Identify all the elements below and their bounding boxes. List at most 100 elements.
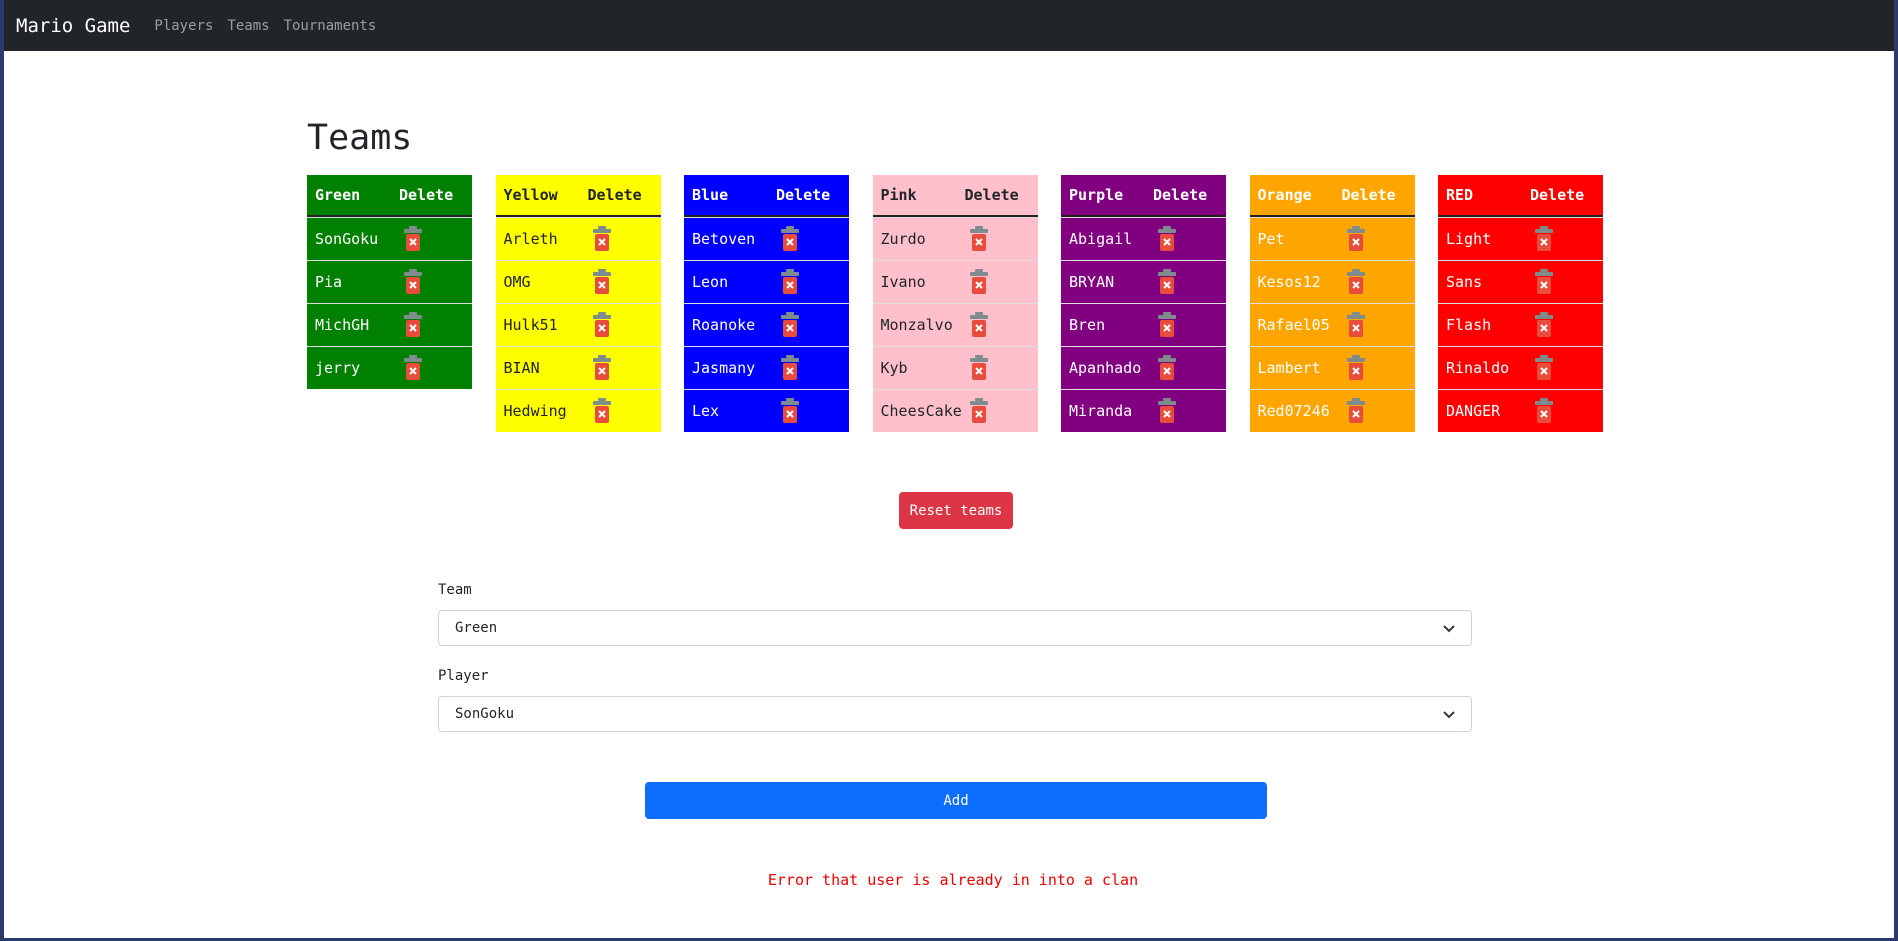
team-table-pink: Pink Delete Zurdo Ivano Monzalvo Kyb CheesCake [872, 175, 1038, 432]
trash-icon[interactable] [969, 312, 989, 338]
delete-column-header: Delete [1341, 186, 1396, 204]
player-name: Betoven [692, 230, 756, 248]
team-table-orange: Orange Delete Pet Kesos12 Rafael05 Lambert Red… [1249, 175, 1415, 432]
trash-icon[interactable] [403, 312, 423, 338]
navbar: Mario Game Players Teams Tournaments [4, 0, 1894, 51]
team-name: Blue [692, 186, 729, 204]
trash-icon[interactable] [780, 226, 800, 252]
trash-icon[interactable] [1534, 398, 1554, 424]
team-player-row: Hulk51 [495, 303, 661, 346]
player-name: Roanoke [692, 316, 756, 334]
delete-column-header: Delete [1153, 186, 1208, 204]
player-name: OMG [503, 273, 531, 291]
player-name: MichGH [315, 316, 370, 334]
trash-icon[interactable] [1157, 269, 1177, 295]
team-select[interactable]: Green [438, 610, 1472, 646]
trash-icon[interactable] [780, 269, 800, 295]
team-player-row: Lambert [1249, 346, 1415, 389]
trash-icon[interactable] [1157, 355, 1177, 381]
trash-icon[interactable] [1157, 226, 1177, 252]
team-player-row: Zurdo [872, 217, 1038, 260]
nav-link-tournaments[interactable]: Tournaments [284, 18, 377, 34]
team-player-row: Flash [1438, 303, 1603, 346]
trash-icon[interactable] [1157, 312, 1177, 338]
team-player-row: Betoven [684, 217, 849, 260]
trash-icon[interactable] [1346, 355, 1366, 381]
team-player-row: jerry [307, 346, 472, 389]
team-header: Pink Delete [872, 175, 1038, 217]
team-table-purple: Purple Delete Abigail BRYAN Bren Apanhado Mira… [1061, 175, 1226, 432]
trash-icon[interactable] [1534, 312, 1554, 338]
player-name: DANGER [1446, 402, 1501, 420]
player-name: Flash [1446, 316, 1492, 334]
trash-icon[interactable] [780, 398, 800, 424]
team-player-row: Miranda [1061, 389, 1226, 432]
trash-icon[interactable] [592, 355, 612, 381]
trash-icon[interactable] [780, 355, 800, 381]
trash-icon[interactable] [969, 398, 989, 424]
trash-icon[interactable] [592, 312, 612, 338]
trash-icon[interactable] [403, 226, 423, 252]
team-name: Purple [1069, 186, 1124, 204]
team-table-green: Green Delete SonGoku Pia MichGH jerry [307, 175, 472, 389]
trash-icon[interactable] [1346, 226, 1366, 252]
team-player-row: BIAN [495, 346, 661, 389]
trash-icon[interactable] [592, 269, 612, 295]
trash-icon[interactable] [969, 355, 989, 381]
trash-icon[interactable] [1346, 398, 1366, 424]
team-player-row: Lex [684, 389, 849, 432]
team-player-row: Bren [1061, 303, 1226, 346]
team-header: Green Delete [307, 175, 472, 217]
player-select-value: SonGoku [455, 706, 515, 722]
team-name: Orange [1257, 186, 1312, 204]
add-button[interactable]: Add [645, 782, 1267, 819]
team-label: Team [438, 582, 472, 598]
player-name: Rinaldo [1446, 359, 1510, 377]
team-header: Blue Delete [684, 175, 849, 217]
team-player-row: Apanhado [1061, 346, 1226, 389]
team-player-row: OMG [495, 260, 661, 303]
team-player-row: Pet [1249, 217, 1415, 260]
player-name: Pia [315, 273, 343, 291]
brand-link[interactable]: Mario Game [16, 15, 130, 37]
trash-icon[interactable] [1534, 269, 1554, 295]
trash-icon[interactable] [1346, 312, 1366, 338]
trash-icon[interactable] [1534, 226, 1554, 252]
team-table-blue: Blue Delete Betoven Leon Roanoke Jasmany Lex [684, 175, 849, 432]
team-player-row: Rinaldo [1438, 346, 1603, 389]
trash-icon[interactable] [403, 269, 423, 295]
trash-icon[interactable] [592, 226, 612, 252]
reset-teams-button[interactable]: Reset teams [899, 492, 1013, 529]
trash-icon[interactable] [780, 312, 800, 338]
player-name: jerry [315, 359, 361, 377]
trash-icon[interactable] [592, 398, 612, 424]
trash-icon[interactable] [969, 269, 989, 295]
player-label: Player [438, 668, 489, 684]
team-header: Orange Delete [1249, 175, 1415, 217]
player-name: Kyb [880, 359, 908, 377]
player-name: Pet [1257, 230, 1285, 248]
player-name: Lex [692, 402, 720, 420]
player-name: BRYAN [1069, 273, 1115, 291]
nav-link-teams[interactable]: Teams [227, 18, 269, 34]
player-name: BIAN [503, 359, 540, 377]
player-name: Rafael05 [1257, 316, 1330, 334]
trash-icon[interactable] [1346, 269, 1366, 295]
delete-column-header: Delete [587, 186, 642, 204]
player-name: Monzalvo [880, 316, 953, 334]
player-name: Light [1446, 230, 1492, 248]
team-player-row: Kyb [872, 346, 1038, 389]
trash-icon[interactable] [1534, 355, 1554, 381]
error-message: Error that user is already in into a cla… [767, 871, 1139, 889]
player-name: Hulk51 [503, 316, 558, 334]
trash-icon[interactable] [1157, 398, 1177, 424]
team-player-row: BRYAN [1061, 260, 1226, 303]
nav-link-players[interactable]: Players [154, 18, 213, 34]
trash-icon[interactable] [969, 226, 989, 252]
player-name: Leon [692, 273, 729, 291]
team-player-row: Leon [684, 260, 849, 303]
player-select[interactable]: SonGoku [438, 696, 1472, 732]
trash-icon[interactable] [403, 355, 423, 381]
team-player-row: CheesCake [872, 389, 1038, 432]
team-player-row: Kesos12 [1249, 260, 1415, 303]
